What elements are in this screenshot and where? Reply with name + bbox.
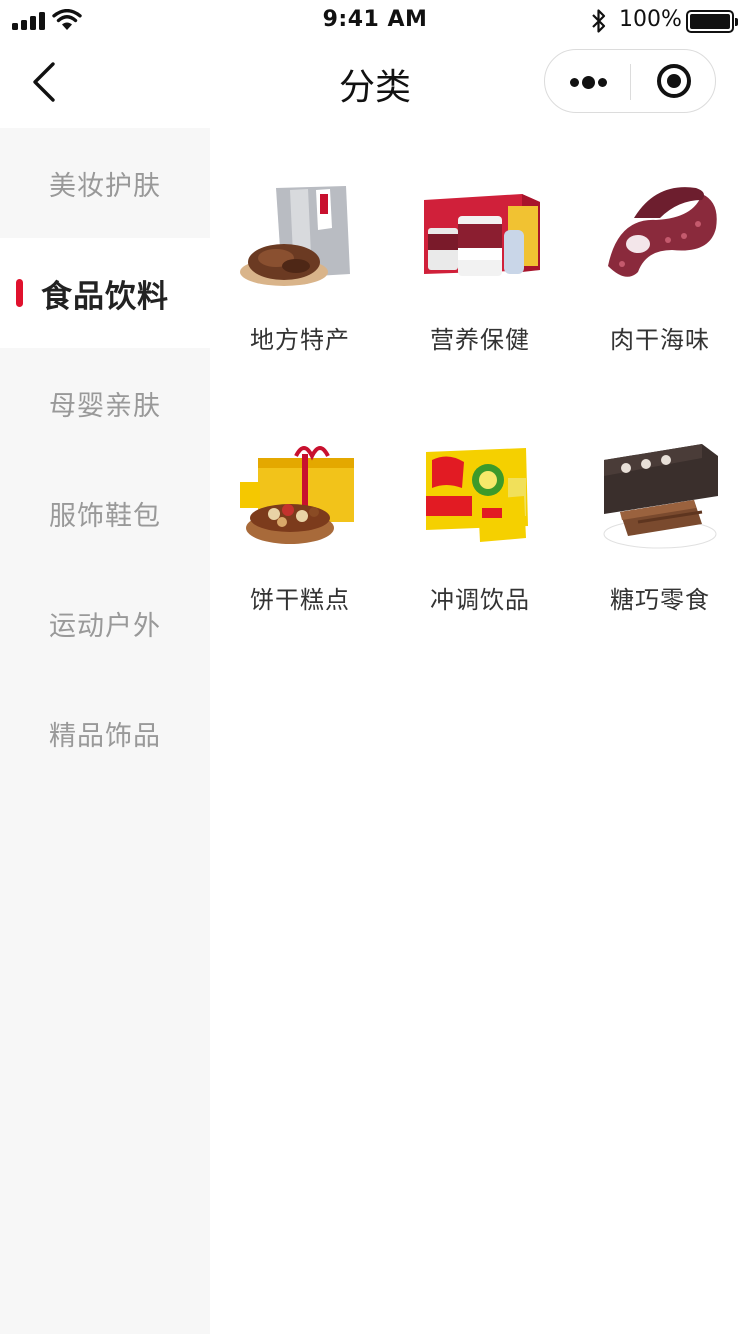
sidebar-item-label: 食品饮料 <box>41 278 169 315</box>
sidebar-item-food-drink[interactable]: 食品饮料 <box>0 238 210 348</box>
sidebar-item-outdoor[interactable]: 运动户外 <box>0 568 210 678</box>
sidebar-item-baby[interactable]: 母婴亲肤 <box>0 348 210 458</box>
sidebar-item-accessories[interactable]: 精品饰品 <box>0 678 210 788</box>
more-button[interactable] <box>545 50 630 112</box>
chocolate-roll-cake-image <box>603 444 718 549</box>
status-bar: 9:41 AM 100% <box>0 0 750 40</box>
navigation-bar: 分类 <box>0 40 750 128</box>
subcategory-label: 饼干糕点 <box>250 586 350 614</box>
subcategory-label: 营养保健 <box>430 326 530 354</box>
subcategory-item[interactable]: 营养保健 <box>390 128 570 368</box>
bluetooth-icon <box>592 9 606 33</box>
dried-meat-bag-image <box>240 186 350 286</box>
subcategory-item[interactable]: 冲调饮品 <box>390 388 570 628</box>
juice-box-pack-image <box>426 448 528 542</box>
sidebar-item-label: 精品饰品 <box>49 720 161 752</box>
protein-powder-giftbox-image <box>424 194 540 276</box>
subcategory-label: 糖巧零食 <box>610 586 710 614</box>
subcategory-label: 冲调饮品 <box>430 586 530 614</box>
subcategory-item[interactable]: 肉干海味 <box>570 128 750 368</box>
sidebar-item-label: 运动户外 <box>49 610 161 642</box>
sidebar-item-label: 母婴亲肤 <box>49 390 161 422</box>
battery-percent: 100% <box>619 7 682 32</box>
subcategory-label: 肉干海味 <box>610 326 710 354</box>
mini-program-capsule <box>544 49 716 113</box>
subcategory-item[interactable]: 糖巧零食 <box>570 388 750 628</box>
octopus-tentacle-image <box>608 187 717 277</box>
sidebar-item-label: 服饰鞋包 <box>49 500 161 532</box>
subcategory-label: 地方特产 <box>250 326 350 354</box>
mixed-nuts-bowl-image <box>240 446 354 544</box>
battery-icon <box>686 10 738 33</box>
active-indicator <box>16 279 23 307</box>
sidebar-item-beauty[interactable]: 美妆护肤 <box>0 128 210 238</box>
close-button[interactable] <box>631 50 716 112</box>
category-sidebar: 美妆护肤 食品饮料 母婴亲肤 服饰鞋包 运动户外 精品饰品 <box>0 128 210 1334</box>
sidebar-item-apparel[interactable]: 服饰鞋包 <box>0 458 210 568</box>
subcategory-item[interactable]: 饼干糕点 <box>210 388 390 628</box>
sidebar-item-label: 美妆护肤 <box>49 170 161 202</box>
subcategory-item[interactable]: 地方特产 <box>210 128 390 368</box>
